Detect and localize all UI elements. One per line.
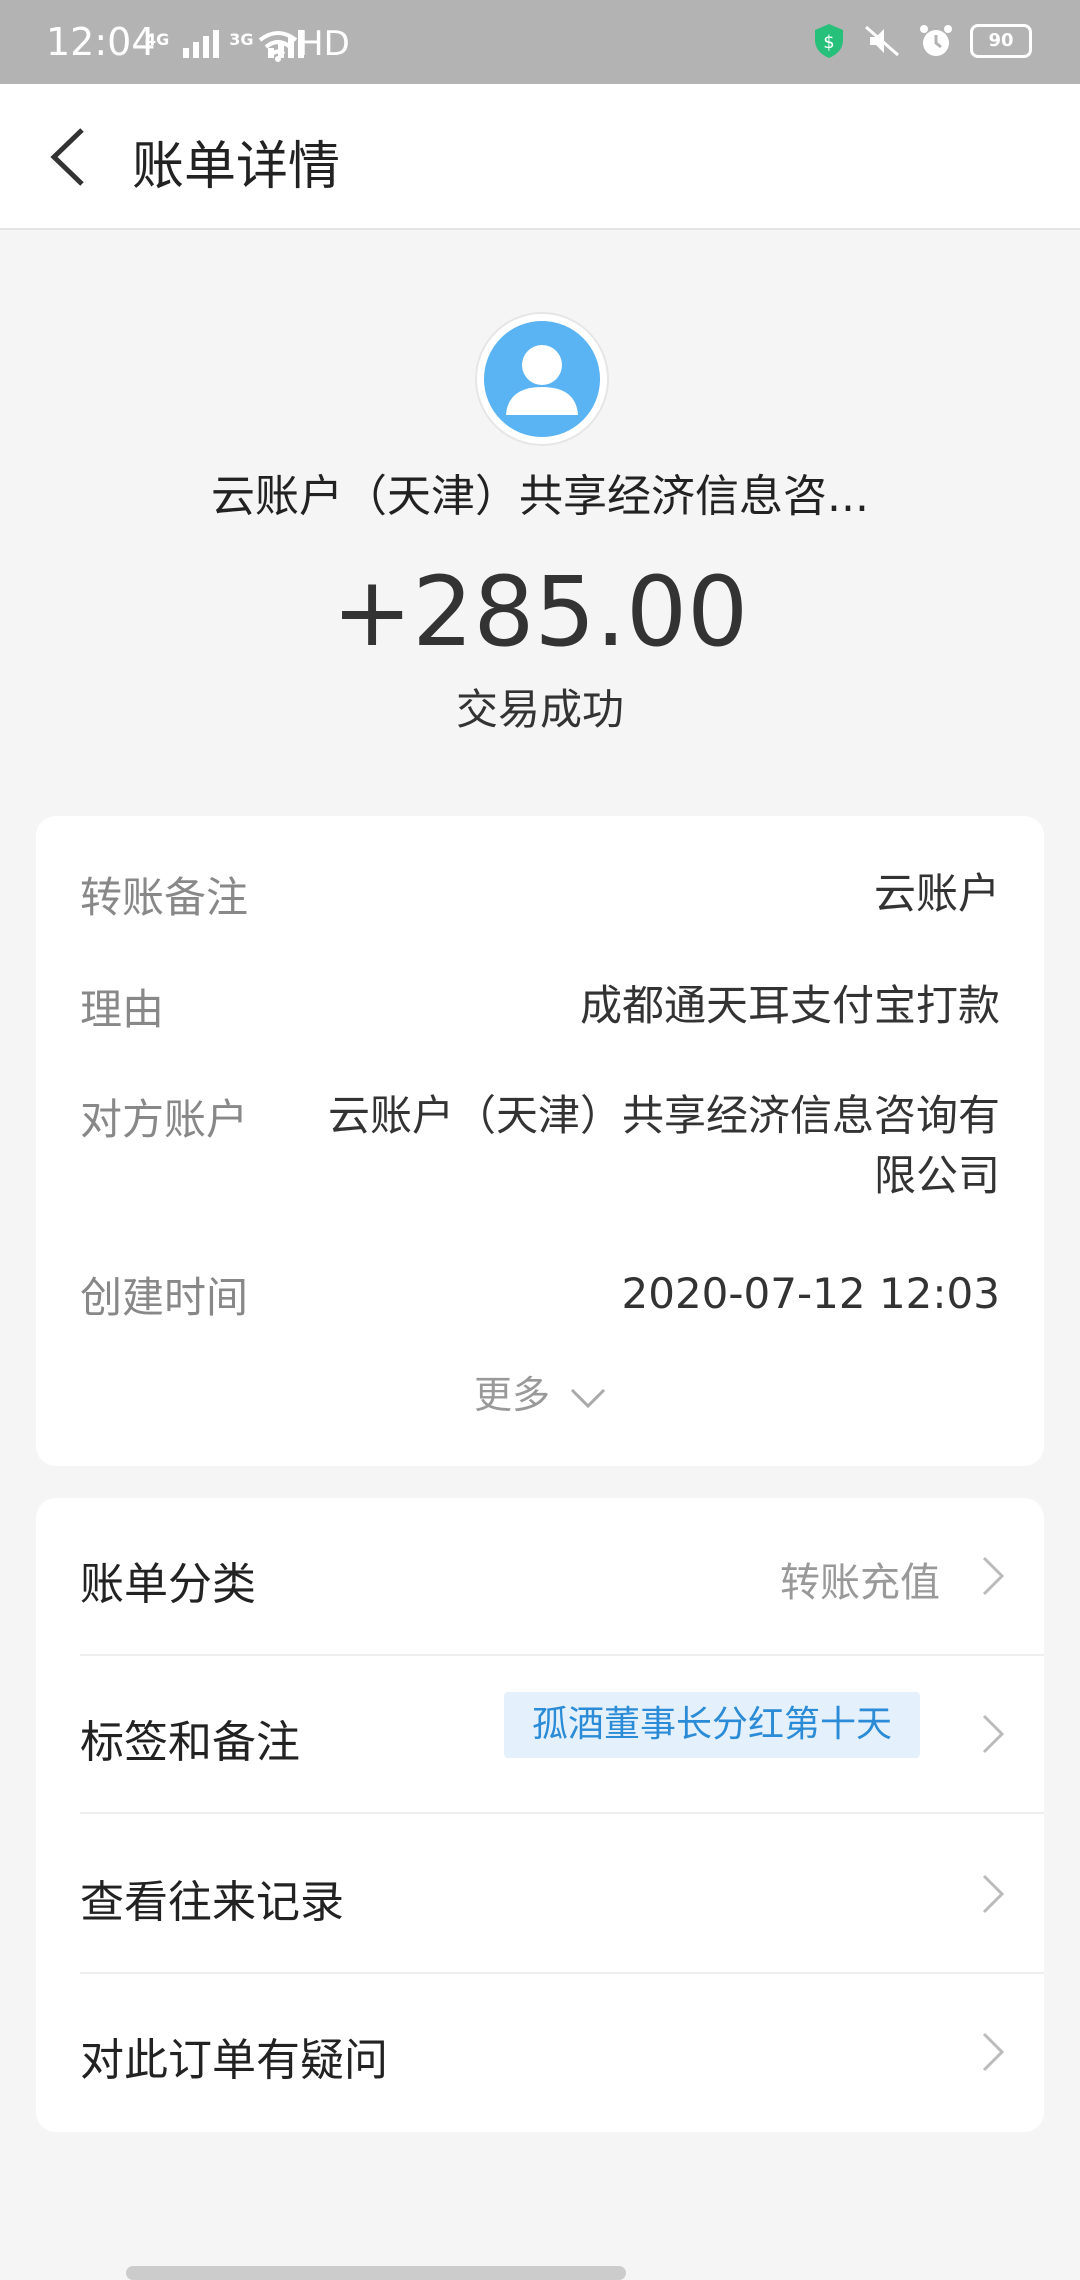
chevron-down-icon — [570, 1388, 606, 1408]
chevron-right-icon — [982, 1874, 1005, 1914]
network-3g-label: 3G — [229, 30, 254, 49]
top-nav-bar: 账单详情 — [0, 84, 1080, 230]
payee-avatar — [475, 312, 609, 446]
tags-notes-item[interactable]: 标签和备注 孤酒董事长分红第十天 — [80, 1656, 1044, 1814]
order-question-item[interactable]: 对此订单有疑问 — [80, 1974, 1044, 2130]
hd-label: HD — [298, 24, 350, 64]
bill-category-item[interactable]: 账单分类 转账充值 — [80, 1498, 1044, 1656]
item-label: 账单分类 — [80, 1559, 256, 1610]
alarm-icon — [920, 25, 952, 56]
item-value: 转账充值 — [780, 1560, 940, 1606]
bill-actions-card: 账单分类 转账充值 标签和备注 孤酒董事长分红第十天 查看往来记录 对此订单有疑… — [36, 1498, 1044, 2132]
detail-label: 理由 — [80, 985, 165, 1034]
status-right-icons: $ 90 — [812, 22, 1032, 60]
detail-value: 云账户（天津）共享经济信息咨询有限公司 — [327, 1091, 1000, 1200]
detail-value: 成都通天耳支付宝打款 — [579, 981, 1000, 1030]
network-4g-label: 4G — [145, 30, 170, 49]
detail-label: 创建时间 — [80, 1273, 249, 1322]
chevron-right-icon — [982, 1556, 1005, 1596]
home-indicator — [126, 2266, 626, 2280]
user-icon — [506, 345, 578, 415]
chevron-right-icon — [982, 1714, 1005, 1754]
more-button[interactable]: 更多 — [36, 1364, 1044, 1419]
more-label: 更多 — [473, 1373, 550, 1417]
tag-chip: 孤酒董事长分红第十天 — [503, 1692, 920, 1758]
detail-value: 2020-07-12 12:03 — [621, 1269, 1000, 1318]
wifi-hd-label: HD — [258, 24, 350, 64]
battery-icon: 90 — [970, 24, 1032, 58]
transaction-amount: +285.00 — [331, 556, 749, 668]
page-title: 账单详情 — [132, 137, 341, 197]
payee-name: 云账户（天津）共享经济信息咨... — [211, 471, 869, 522]
svg-text:$: $ — [823, 32, 834, 53]
transaction-history-item[interactable]: 查看往来记录 — [80, 1816, 1044, 1974]
back-arrow-icon[interactable] — [42, 122, 102, 192]
transaction-details-card: 转账备注 云账户 理由 成都通天耳支付宝打款 对方账户 云账户（天津）共享经济信… — [36, 816, 1044, 1466]
detail-value: 云账户 — [873, 869, 1000, 918]
shield-dollar-icon: $ — [815, 24, 843, 58]
detail-label: 对方账户 — [80, 1095, 249, 1144]
status-bar: 12:04 4G 3G HD $ 90 — [0, 0, 1080, 84]
mute-vibrate-icon — [865, 25, 899, 57]
transaction-status: 交易成功 — [455, 685, 624, 734]
item-label: 标签和备注 — [80, 1717, 300, 1768]
avatar — [484, 321, 600, 437]
wifi-icon — [258, 30, 298, 62]
item-label: 查看往来记录 — [80, 1877, 344, 1928]
detail-label: 转账备注 — [80, 873, 249, 922]
status-time: 12:04 — [46, 20, 156, 64]
signal-4g-icon — [183, 30, 220, 58]
chevron-right-icon — [982, 2032, 1005, 2072]
item-label: 对此订单有疑问 — [80, 2035, 388, 2086]
